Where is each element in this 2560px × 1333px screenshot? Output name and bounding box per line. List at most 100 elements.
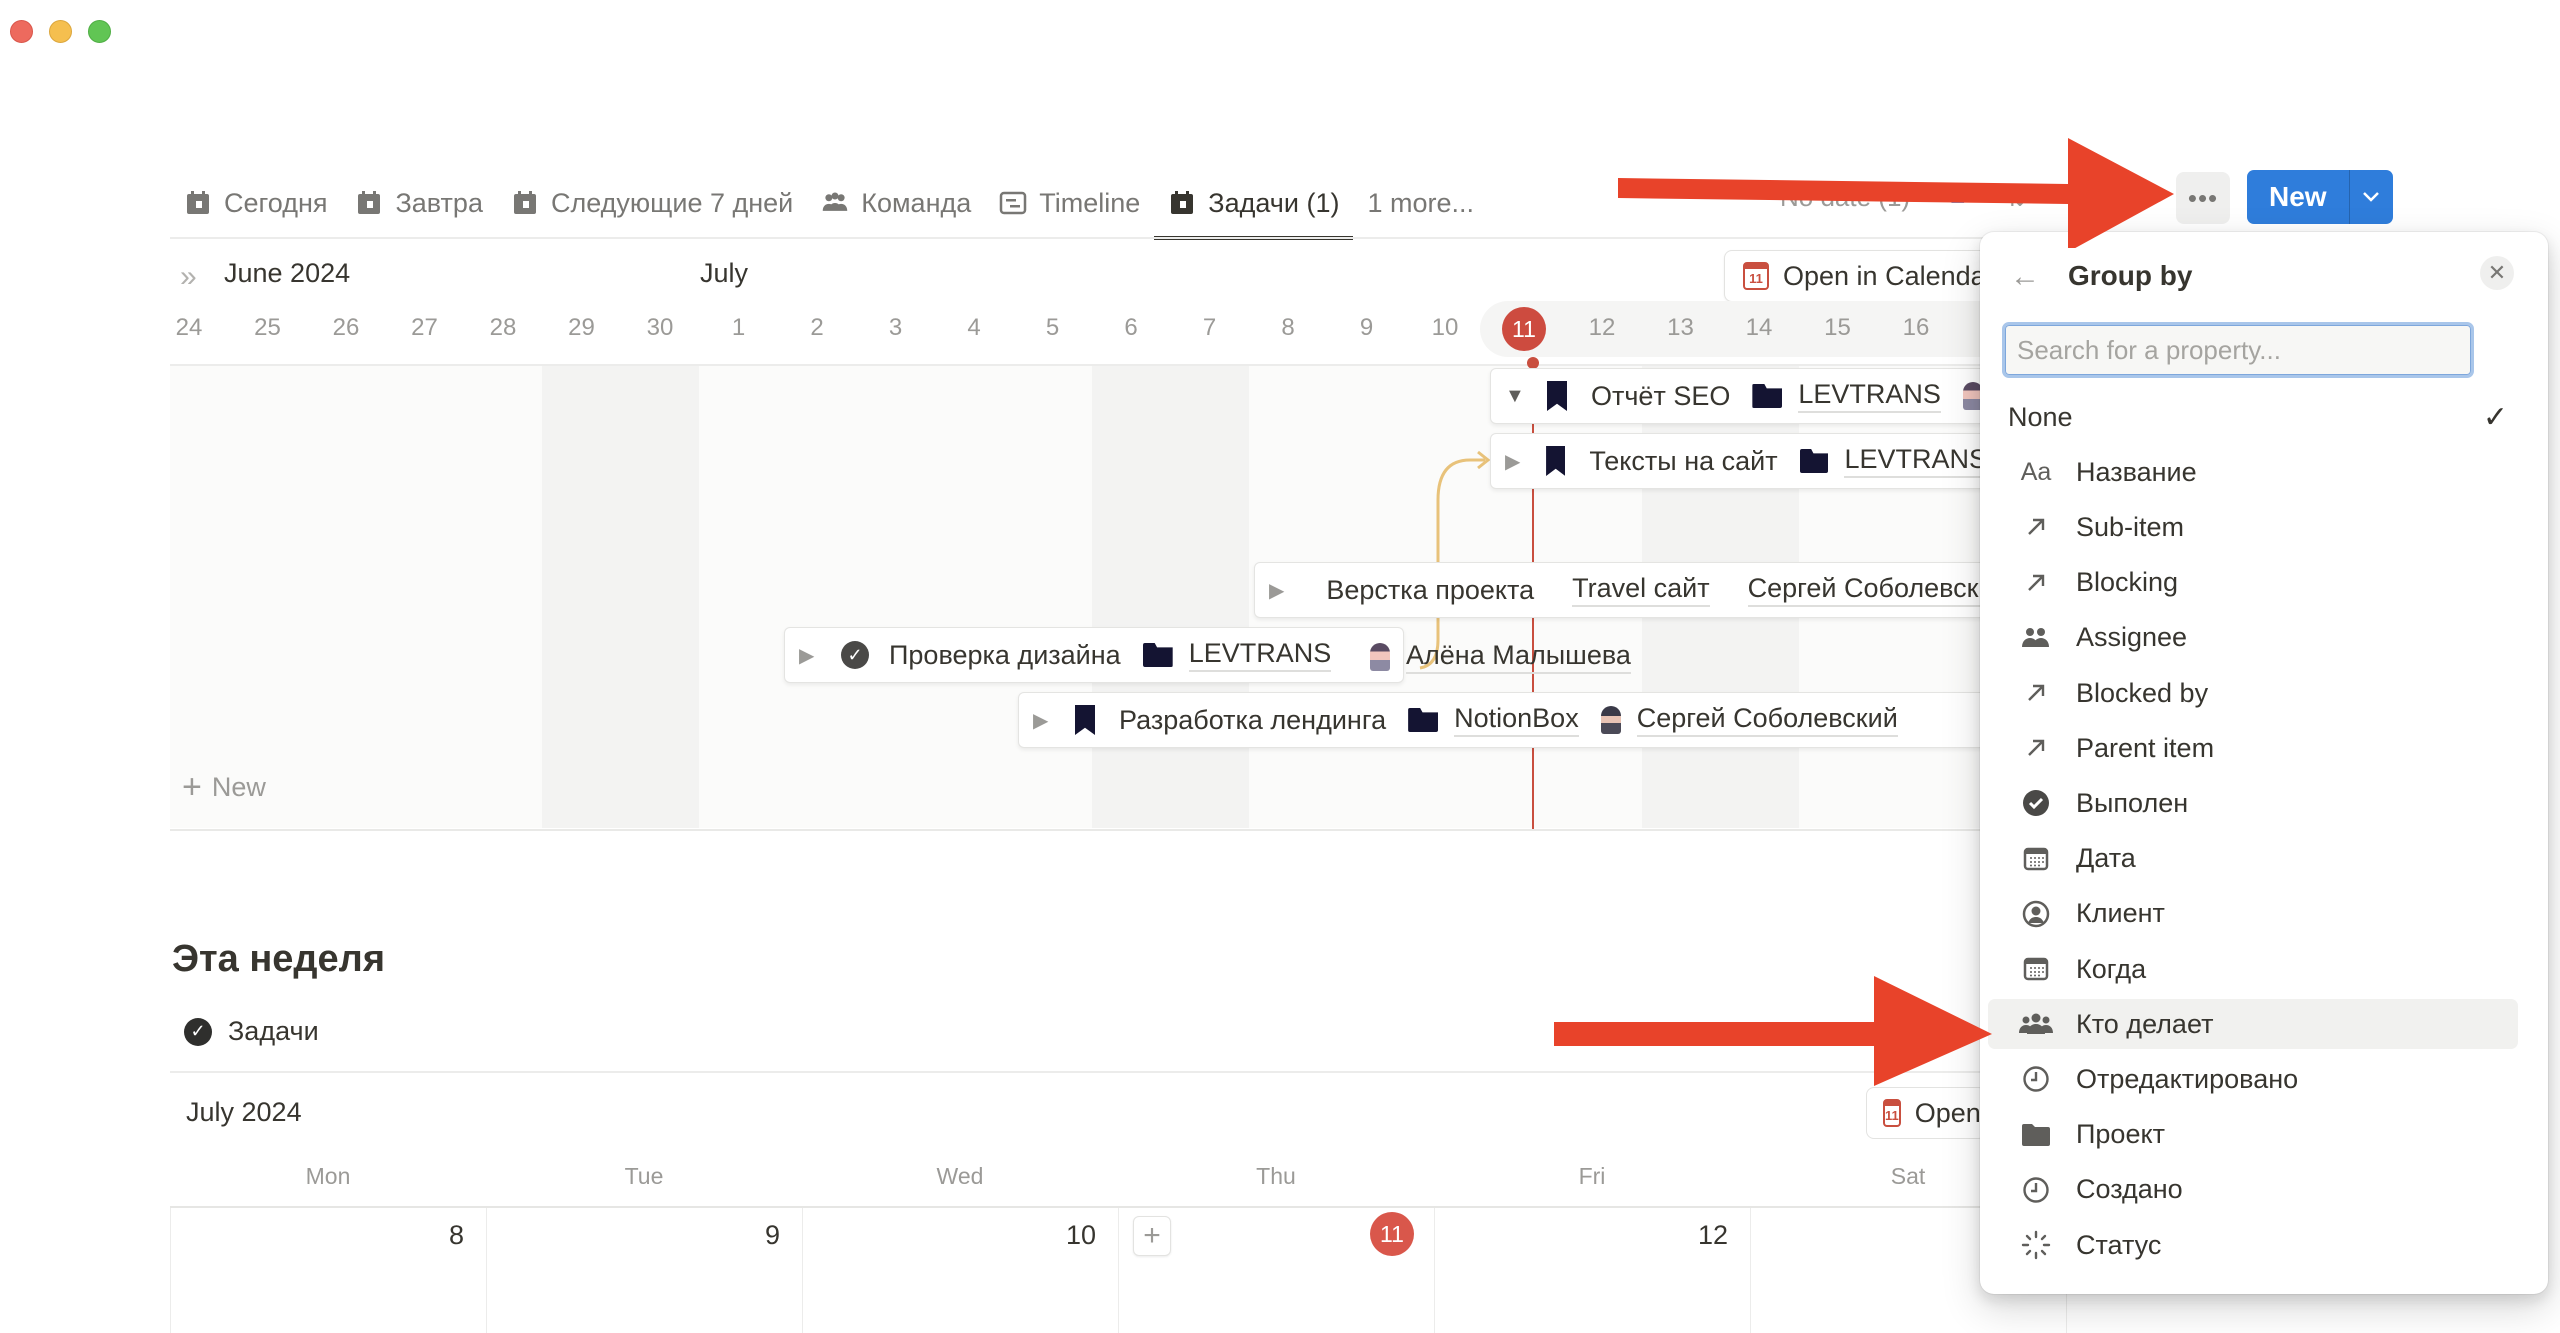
open-in-calendar-button[interactable]: 11 Open in Calendar	[1866, 1087, 1986, 1139]
group-by-option[interactable]: Sub-item	[1988, 502, 2518, 552]
folder-icon	[1799, 449, 1829, 473]
timeline-item[interactable]: ▶ Тексты на сайт LEVTRANS	[1490, 433, 2010, 489]
assignee-link[interactable]: Сергей Соболевский	[1747, 573, 2009, 607]
tab-tasks[interactable]: Задачи (1)	[1154, 170, 1354, 240]
project-link[interactable]: LEVTRANS	[1188, 638, 1332, 672]
group-by-option[interactable]: Выполен	[1988, 778, 2518, 828]
timeline-bottom-divider	[170, 829, 2020, 831]
timeline-item[interactable]: ▶ ✓ Проверка дизайна LEVTRANS	[784, 627, 1404, 683]
expand-toggle-icon[interactable]: ▶	[1269, 578, 1284, 603]
today-badge: 11	[1502, 307, 1546, 351]
option-label: Выполен	[2076, 787, 2189, 818]
timeline-day: 12	[1588, 314, 1616, 341]
calendar-day-cell[interactable]: 11 +	[1118, 1208, 1434, 1333]
assignee-link[interactable]: Алёна Малышева	[1406, 640, 1631, 674]
tab-timeline[interactable]: Timeline	[985, 170, 1154, 236]
date-number: 12	[1697, 1220, 1728, 1250]
group-by-option[interactable]: None ✓	[1988, 392, 2518, 442]
close-icon[interactable]: ✕	[2480, 256, 2514, 290]
group-by-option[interactable]: Статус	[1988, 1220, 2518, 1270]
group-by-option[interactable]: Blocked by	[1988, 668, 2518, 718]
relation-arrow-icon	[2018, 737, 2054, 759]
group-by-option[interactable]: Создано	[1988, 1165, 2518, 1215]
option-label: Sub-item	[2076, 511, 2185, 542]
new-dropdown-chevron-icon[interactable]	[2348, 170, 2393, 224]
project-link[interactable]: LEVTRANS	[1798, 379, 1941, 413]
more-options-button[interactable]: •••	[2176, 172, 2230, 224]
collapse-toggle-icon[interactable]: ▼	[1505, 385, 1529, 408]
group-by-option[interactable]: Когда	[1988, 944, 2518, 994]
option-label: Статус	[2076, 1229, 2162, 1260]
timeline-day: 6	[1124, 314, 1138, 341]
add-event-plus-icon[interactable]: +	[1133, 1216, 1171, 1256]
relation-arrow-icon	[2018, 682, 2054, 704]
tab-next-7-days[interactable]: Следующие 7 дней	[497, 170, 807, 236]
text-icon: Aa	[2020, 457, 2052, 486]
expand-toggle-icon[interactable]: ▶	[799, 643, 823, 668]
calendar-day-cell[interactable]: 9	[486, 1208, 802, 1333]
tab-tomorrow[interactable]: Завтра	[341, 170, 496, 236]
assignee-link[interactable]: Сергей Соболевский	[1636, 703, 1898, 737]
avatar	[1600, 706, 1621, 734]
relation-arrow-icon	[2018, 516, 2054, 538]
timeline-item[interactable]: ▶ Верстка проекта Travel сайт Сергей Соб…	[1254, 562, 2014, 618]
people-icon	[821, 189, 849, 217]
project-link[interactable]: LEVTRANS	[1844, 444, 1987, 478]
timeline-item[interactable]: ▼ Отчёт SEO LEVTRANS	[1490, 368, 2010, 424]
group-by-option[interactable]: Отредактировано	[1988, 1054, 2518, 1104]
timeline-day: 5	[1045, 314, 1060, 341]
option-label: None	[2008, 401, 2073, 432]
property-search-input[interactable]	[2002, 322, 2474, 378]
database-title[interactable]: ✓ Задачи	[184, 1016, 319, 1047]
back-arrow-icon[interactable]: ←	[2010, 260, 2040, 294]
expand-sidebar-icon[interactable]: »	[180, 260, 197, 294]
tab-label: Timeline	[1039, 187, 1141, 218]
expand-toggle-icon[interactable]: ▶	[1505, 449, 1528, 474]
window-maximize-button[interactable]	[88, 20, 111, 43]
weekend-shade	[1092, 366, 1249, 828]
window-close-button[interactable]	[10, 20, 33, 43]
timeline-day: 30	[646, 314, 674, 341]
new-button[interactable]: New	[2247, 170, 2349, 224]
calendar-day-cell[interactable]: 10	[802, 1208, 1118, 1333]
open-in-calendar-button[interactable]: 11 Open in Calendar	[1724, 250, 2014, 302]
item-title: Тексты на сайт	[1589, 445, 1778, 476]
group-by-option[interactable]: Blocking	[1988, 558, 2518, 608]
group-by-option[interactable]: Parent item	[1988, 723, 2518, 773]
window-minimize-button[interactable]	[49, 20, 72, 43]
group-by-option[interactable]: Aa Название	[1988, 447, 2518, 497]
database-title-label: Задачи	[228, 1016, 319, 1046]
group-by-option[interactable]: Проект	[1988, 1110, 2518, 1160]
date-icon	[2018, 846, 2054, 872]
timeline-day: 28	[489, 314, 517, 341]
calendar-day-cell[interactable]: 8	[170, 1208, 486, 1333]
timeline-day: 9	[1359, 314, 1374, 341]
timeline-day: 14	[1745, 314, 1773, 341]
item-title: Разработка лендинга	[1119, 704, 1387, 735]
annotation-arrow	[1554, 976, 1992, 1086]
calendar-day-cell[interactable]: 12	[1434, 1208, 1750, 1333]
tab-today[interactable]: Сегодня	[170, 170, 341, 236]
expand-toggle-icon[interactable]: ▶	[1033, 708, 1057, 733]
group-by-option[interactable]: Assignee	[1988, 613, 2518, 663]
checkbox-circle-icon	[2018, 789, 2054, 817]
tab-team[interactable]: Команда	[807, 170, 985, 236]
group-people-icon	[2018, 1012, 2054, 1036]
project-link[interactable]: NotionBox	[1454, 703, 1579, 737]
option-label: Blocked by	[2076, 677, 2209, 708]
timeline-item[interactable]: ▶ Разработка лендинга NotionBox Сергей С…	[1018, 692, 2014, 748]
tab-more[interactable]: 1 more...	[1353, 170, 1488, 236]
calendar-icon	[511, 189, 539, 217]
weekend-shade	[542, 366, 699, 828]
timeline-new-button[interactable]: + New	[182, 768, 266, 807]
group-by-option[interactable]: Дата	[1988, 834, 2518, 884]
relation-arrow-icon	[2018, 572, 2054, 594]
group-by-option[interactable]: Клиент	[1988, 889, 2518, 939]
project-link[interactable]: Travel сайт	[1572, 573, 1710, 607]
today-date-badge: 11	[1370, 1212, 1414, 1256]
option-label: Дата	[2076, 843, 2136, 874]
tab-label: Завтра	[395, 187, 483, 218]
group-by-option[interactable]: Кто делает	[1988, 999, 2518, 1050]
open-in-calendar-label: Open in Calendar	[1914, 1097, 1985, 1128]
weekday-label: Tue	[624, 1163, 664, 1189]
